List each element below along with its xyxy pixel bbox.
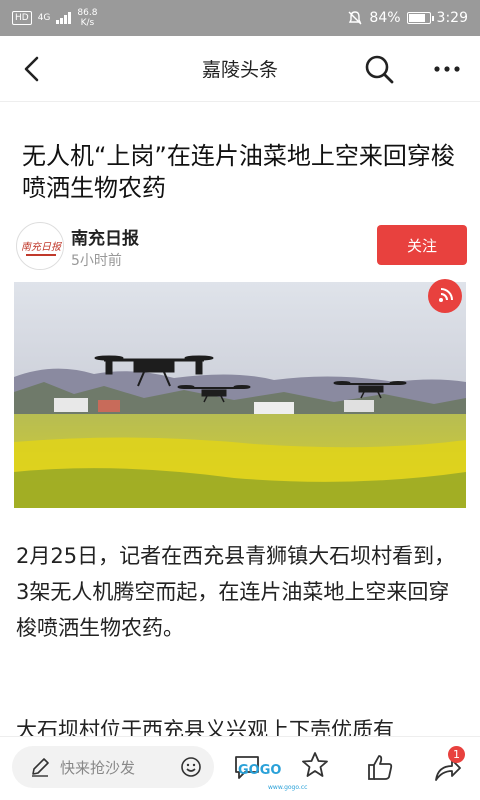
thumbs-up-icon[interactable]: [365, 752, 395, 782]
network-type: 4G: [37, 12, 51, 23]
search-icon[interactable]: [364, 54, 394, 84]
newspaper-logo-icon: 南充日报: [18, 224, 63, 269]
share-count-badge: 1: [448, 746, 465, 763]
logo-text: 南充日报: [21, 241, 62, 253]
mute-bell-icon: [348, 11, 362, 25]
comment-placeholder: 快来抢沙发: [60, 758, 136, 777]
battery-icon: [406, 12, 434, 24]
hd-badge: HD: [12, 11, 32, 25]
source-name[interactable]: 南充日报: [71, 224, 139, 249]
comment-input[interactable]: 快来抢沙发: [12, 746, 214, 788]
battery-fill: [408, 14, 425, 22]
publish-time: 5小时前: [71, 253, 122, 269]
article-photo: [14, 282, 466, 508]
speed-value: 86.8: [77, 8, 98, 18]
sound-wave-icon: [439, 288, 453, 302]
back-icon[interactable]: [20, 56, 46, 82]
speed-unit: K/s: [80, 18, 95, 28]
article-paragraph: 大石坝村位于西充县义兴观上下壳优质有: [16, 718, 394, 736]
site-watermark: GOGO: [238, 763, 282, 778]
source-logo[interactable]: 南充日报: [16, 222, 64, 270]
emoji-icon[interactable]: [180, 756, 202, 778]
audio-play-button[interactable]: [428, 279, 462, 313]
star-icon[interactable]: [300, 750, 330, 780]
clock: 3:29: [436, 10, 468, 26]
article-title: 无人机“上岗”在连片油菜地上空来回穿梭喷洒生物农药: [22, 142, 455, 202]
network-speed: 86.8 K/s: [77, 8, 97, 28]
follow-button[interactable]: 关注: [377, 225, 467, 265]
nav-bar: 嘉陵头条: [0, 36, 480, 102]
signal-icon: [56, 12, 72, 24]
page-title: 嘉陵头条: [201, 59, 278, 81]
battery-percent: 84%: [369, 10, 401, 26]
more-icon[interactable]: [434, 64, 460, 74]
article-paragraph: 2月25日，记者在西充县青狮镇大石坝村看到，3架无人机腾空而起，在连片油菜地上空…: [16, 544, 456, 640]
site-watermark-url: www.gogo.cc: [268, 784, 308, 791]
pen-icon: [32, 758, 49, 777]
source-row: 南充日报 南充日报 5小时前 关注: [16, 220, 468, 272]
network-indicator: 4G: [37, 12, 51, 23]
status-bar: HD 4G 86.8 K/s 84% 3:29: [0, 0, 480, 36]
